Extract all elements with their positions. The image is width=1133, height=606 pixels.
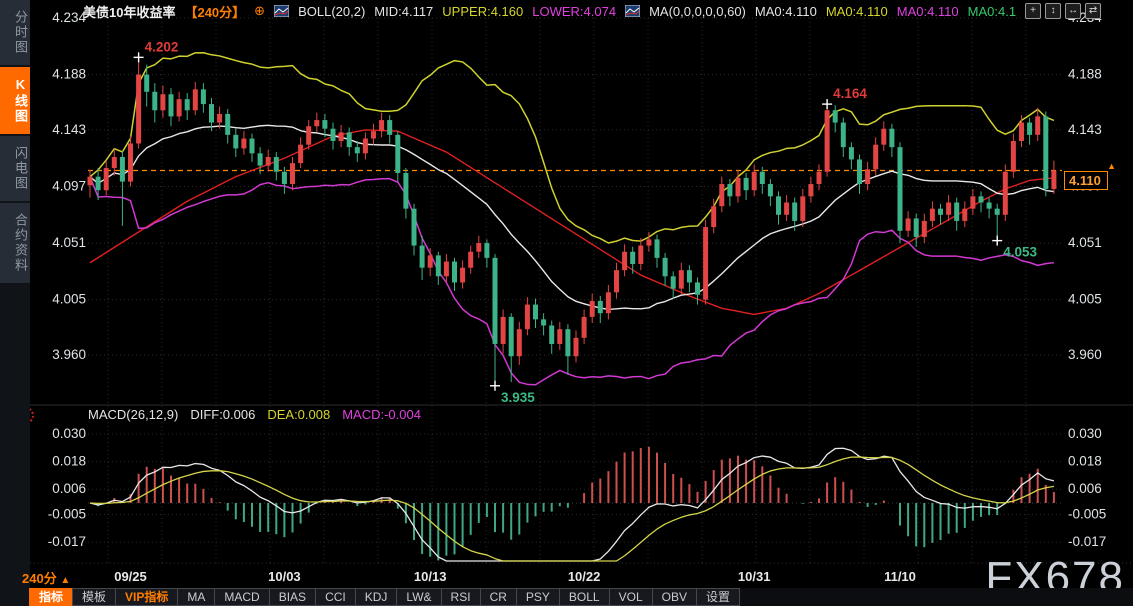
- macd-axis-label-right: -0.005: [1068, 506, 1106, 521]
- tab-settings[interactable]: 设置: [696, 588, 740, 606]
- y-axis-label-right: 3.960: [1068, 347, 1102, 362]
- tab-kdj[interactable]: KDJ: [355, 588, 398, 606]
- macd-axis-label-right: 0.006: [1068, 481, 1102, 496]
- sidebar-item-lightning-chart[interactable]: 闪电图: [0, 136, 30, 201]
- tab-macd[interactable]: MACD: [214, 588, 269, 606]
- boll-upper-value: UPPER:4.160: [442, 4, 523, 19]
- boll-lower-line: [90, 177, 1054, 385]
- x-axis-date-label: 09/25: [114, 569, 147, 584]
- macd-layer: [90, 447, 1054, 561]
- ma0-magenta-value: MA0:4.110: [897, 4, 959, 19]
- tab-template[interactable]: 模板: [72, 588, 116, 606]
- macd-dea-line: [90, 457, 1054, 561]
- macd-axis-label-left: 0.030: [52, 426, 86, 441]
- x-axis-date-label: 10/22: [568, 569, 601, 584]
- y-axis-label-right: 4.188: [1068, 67, 1102, 82]
- bottom-toolbar: 指标 模板 VIP指标 MA MACD BIAS CCI KDJ LW& RSI…: [30, 588, 1133, 606]
- y-axis-label-left: 4.097: [52, 179, 86, 194]
- axis-labels-layer: 4.2344.2344.1884.1884.1434.1434.0974.097…: [48, 10, 1107, 584]
- tab-indicator[interactable]: 指标: [29, 588, 73, 606]
- chart-canvas: 4.2344.2344.1884.1884.1434.1434.0974.097…: [0, 0, 1133, 606]
- y-axis-label-right: 4.143: [1068, 122, 1102, 137]
- sidebar-item-kline-chart[interactable]: K线图: [0, 67, 30, 134]
- tab-cr[interactable]: CR: [480, 588, 517, 606]
- ma0-yellow-value: MA0:4.110: [826, 4, 888, 19]
- tab-obv[interactable]: OBV: [652, 588, 697, 606]
- timeframe-label[interactable]: 【240分】: [184, 2, 245, 21]
- tab-vol[interactable]: VOL: [609, 588, 653, 606]
- macd-axis-label-right: 0.030: [1068, 426, 1102, 441]
- macd-params-label: MACD(26,12,9): [88, 407, 178, 422]
- sidebar-item-time-chart[interactable]: 分时图: [0, 0, 30, 65]
- window-controls: + ↕ ↔ ⇄: [1025, 3, 1101, 19]
- macd-diff-value: DIFF:0.006: [190, 407, 255, 422]
- ma0-white-value: MA0:4.110: [755, 4, 817, 19]
- pan-icon[interactable]: ⇄: [1085, 3, 1101, 19]
- timeframe-footer-label: 240分: [22, 571, 57, 586]
- price-up-arrow-icon: ▲: [1064, 161, 1120, 171]
- tab-rsi[interactable]: RSI: [441, 588, 481, 606]
- y-axis-label-left: 4.051: [52, 235, 86, 250]
- boll-lower-value: LOWER:4.074: [532, 4, 616, 19]
- y-axis-label-right: 4.005: [1068, 292, 1102, 307]
- tab-bias[interactable]: BIAS: [269, 588, 316, 606]
- tab-lwr[interactable]: LW&: [396, 588, 441, 606]
- current-price-value: 4.110: [1064, 171, 1108, 190]
- price-annotation: 3.935: [501, 390, 535, 405]
- y-axis-label-left: 4.143: [52, 122, 86, 137]
- macd-axis-label-left: 0.006: [52, 481, 86, 496]
- price-annotation: 4.164: [833, 86, 867, 101]
- x-axis-date-label: 10/31: [738, 569, 771, 584]
- crosshair-icon[interactable]: +: [1025, 3, 1041, 19]
- y-axis-label-left: 3.960: [52, 347, 86, 362]
- timeframe-footer[interactable]: 240分 ▲: [22, 568, 70, 587]
- chart-application: 4.2344.2344.1884.1884.1434.1434.0974.097…: [0, 0, 1133, 606]
- macd-axis-label-left: -0.017: [48, 534, 86, 549]
- price-annotation: 4.053: [1003, 245, 1037, 260]
- boll-mid-line: [90, 125, 1054, 309]
- macd-axis-label-left: 0.018: [52, 454, 86, 469]
- tab-boll[interactable]: BOLL: [559, 588, 610, 606]
- price-annotation: 4.202: [145, 39, 179, 54]
- tab-vip-indicator[interactable]: VIP指标: [115, 588, 178, 606]
- tab-ma[interactable]: MA: [177, 588, 215, 606]
- current-price-tag: ▲ 4.110: [1064, 161, 1120, 190]
- macd-dea-value: DEA:0.008: [267, 407, 330, 422]
- y-axis-label-left: 4.188: [52, 67, 86, 82]
- candles-layer: [88, 57, 1057, 385]
- boll-mid-value: MID:4.117: [374, 4, 433, 19]
- left-sidebar: 分时图 K线图 闪电图 合约资料: [0, 0, 30, 606]
- chart-header: 美债10年收益率 【240分】 ⊕ BOLL(20,2) MID:4.117 U…: [30, 0, 1133, 22]
- x-axis-date-label: 10/03: [268, 569, 301, 584]
- x-axis-date-label: 10/13: [414, 569, 447, 584]
- y-axis-label-left: 4.005: [52, 292, 86, 307]
- macd-axis-label-right: 0.018: [1068, 454, 1102, 469]
- ma-label: MA(0,0,0,0,0,60): [649, 4, 746, 19]
- macd-axis-label-right: -0.017: [1068, 534, 1106, 549]
- y-scale-icon[interactable]: ↕: [1045, 3, 1061, 19]
- boll-indicator-icon[interactable]: [274, 5, 289, 17]
- timeframe-up-arrow-icon: ▲: [60, 575, 70, 586]
- x-scale-icon[interactable]: ↔: [1065, 3, 1081, 19]
- y-axis-label-right: 4.051: [1068, 235, 1102, 250]
- tab-psy[interactable]: PSY: [516, 588, 560, 606]
- x-axis-date-label: 11/10: [884, 569, 916, 584]
- boll-label: BOLL(20,2): [298, 4, 365, 19]
- add-indicator-icon[interactable]: ⊕: [254, 3, 265, 19]
- macd-axis-label-left: -0.005: [48, 506, 86, 521]
- ma-indicator-icon[interactable]: [625, 5, 640, 17]
- macd-header: MACD(26,12,9) DIFF:0.006 DEA:0.008 MACD:…: [88, 407, 421, 422]
- sidebar-item-contract-info[interactable]: 合约资料: [0, 203, 30, 283]
- ma0-green-value: MA0:4.1: [968, 4, 1016, 19]
- tab-cci[interactable]: CCI: [315, 588, 356, 606]
- symbol-title: 美债10年收益率: [83, 2, 175, 21]
- macd-value: MACD:-0.004: [342, 407, 421, 422]
